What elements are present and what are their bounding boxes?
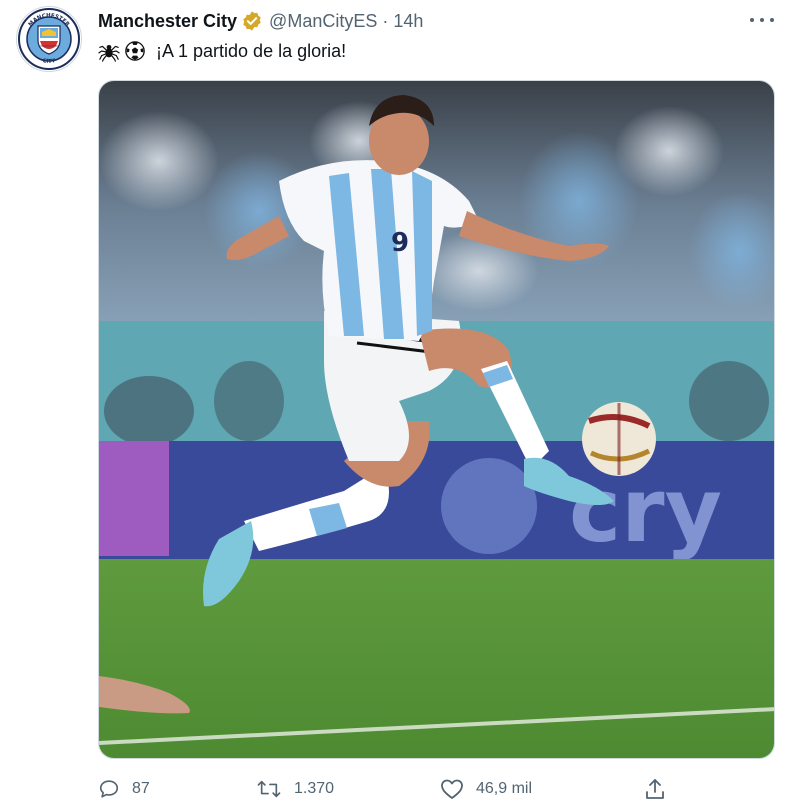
tweet: MANCHESTER CITY Manchester City @ManCity… (0, 0, 800, 811)
more-options-button[interactable] (750, 10, 774, 30)
avatar[interactable]: MANCHESTER CITY (16, 6, 82, 72)
tweet-actions: 87 1.370 46,9 mil (98, 772, 678, 806)
reply-icon (99, 780, 119, 798)
author-handle[interactable]: @ManCityES (269, 11, 377, 32)
retweet-icon (257, 780, 281, 798)
like-button[interactable]: 46,9 mil (440, 772, 532, 806)
author-name[interactable]: Manchester City (98, 11, 237, 32)
share-button[interactable] (644, 772, 666, 806)
heart-icon (441, 779, 463, 799)
tweet-time[interactable]: 14h (393, 11, 423, 32)
soccer-ball-emoji-icon (124, 40, 146, 62)
svg-text:9: 9 (391, 228, 409, 258)
retweet-count: 1.370 (294, 780, 335, 797)
spider-emoji-icon (98, 40, 120, 62)
like-count: 46,9 mil (476, 780, 533, 797)
tweet-text: ¡A 1 partido de la gloria! (156, 40, 347, 61)
tweet-header: Manchester City @ManCityES · 14h (98, 8, 423, 34)
verified-badge-icon[interactable] (241, 10, 263, 32)
more-dot-icon (770, 18, 774, 22)
more-dot-icon (750, 18, 754, 22)
tweet-body: ¡A 1 partido de la gloria! (98, 38, 346, 64)
football-player-photo: cry 9 (99, 81, 774, 758)
share-icon (646, 779, 664, 799)
more-dot-icon (760, 18, 764, 22)
ad-board-text: cry (569, 459, 722, 562)
reply-button[interactable]: 87 (98, 772, 150, 806)
retweet-button[interactable]: 1.370 (256, 772, 334, 806)
man-city-crest-icon: MANCHESTER CITY (18, 8, 80, 70)
reply-count: 87 (132, 780, 150, 797)
separator-dot: · (382, 10, 389, 31)
tweet-media-photo[interactable]: cry 9 (98, 80, 775, 759)
